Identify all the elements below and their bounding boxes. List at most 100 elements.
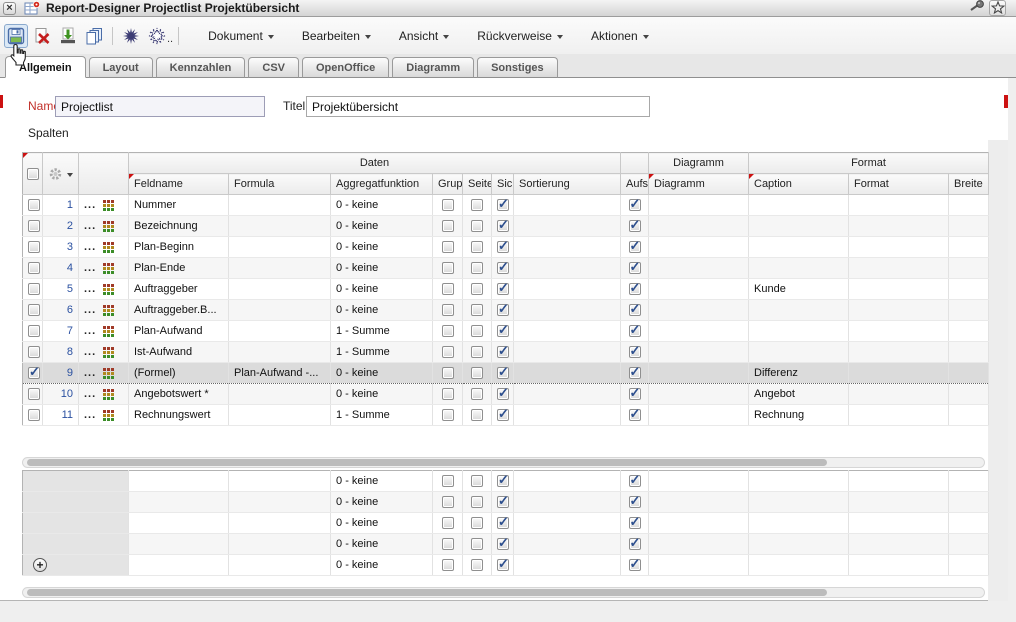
column-header-caption[interactable]: Caption	[748, 173, 849, 195]
sicht-checkbox[interactable]	[497, 322, 509, 338]
ellipsis-button[interactable]: ...	[84, 325, 96, 337]
seite-checkbox[interactable]	[471, 517, 484, 530]
row-select-checkbox[interactable]	[28, 304, 40, 317]
caption-cell[interactable]: Angebot	[748, 383, 849, 405]
breite-cell[interactable]	[948, 278, 989, 300]
colored-grid-icon[interactable]	[103, 283, 115, 295]
formula-cell[interactable]	[228, 383, 331, 405]
menu-dokument[interactable]: Dokument	[208, 29, 274, 43]
diagramm-cell[interactable]	[648, 362, 749, 384]
sortierung-cell[interactable]	[513, 512, 622, 534]
format-cell[interactable]	[848, 236, 949, 258]
seite-checkbox[interactable]	[471, 304, 483, 317]
aggregat-cell[interactable]: 0 - keine	[330, 470, 434, 492]
sicht-checkbox[interactable]	[497, 364, 509, 380]
formula-cell[interactable]	[228, 404, 331, 426]
format-cell[interactable]	[848, 320, 949, 342]
ellipsis-button[interactable]: ...	[84, 367, 96, 379]
grup-checkbox[interactable]	[441, 262, 454, 275]
aufs-checkbox[interactable]	[628, 493, 641, 509]
colored-grid-icon[interactable]	[103, 325, 115, 337]
save-button[interactable]	[4, 23, 28, 48]
colored-grid-icon[interactable]	[103, 199, 115, 211]
breite-cell[interactable]	[948, 215, 989, 237]
formula-cell[interactable]	[228, 236, 331, 258]
breite-cell[interactable]	[948, 383, 989, 405]
format-cell[interactable]	[848, 362, 949, 384]
seite-checkbox[interactable]	[471, 388, 483, 401]
menu-ansicht[interactable]: Ansicht	[399, 29, 450, 43]
breite-cell[interactable]	[948, 236, 989, 258]
row-select-checkbox[interactable]	[28, 409, 40, 422]
grup-checkbox[interactable]	[441, 517, 454, 530]
aggregat-cell[interactable]: 0 - keine	[330, 533, 434, 555]
caption-cell[interactable]	[748, 236, 849, 258]
breite-cell[interactable]	[948, 470, 990, 492]
format-cell[interactable]	[848, 404, 949, 426]
column-header-formula[interactable]: Formula	[228, 173, 331, 195]
aggregat-cell[interactable]: 0 - keine	[330, 383, 433, 405]
caption-cell[interactable]	[748, 470, 850, 492]
diagramm-cell[interactable]	[648, 491, 750, 513]
seite-checkbox[interactable]	[471, 496, 484, 509]
row-select-checkbox[interactable]	[28, 388, 40, 401]
breite-cell[interactable]	[948, 554, 990, 576]
seite-checkbox[interactable]	[471, 283, 483, 296]
aufs-checkbox[interactable]	[628, 514, 641, 530]
grup-checkbox[interactable]	[441, 538, 454, 551]
breite-cell[interactable]	[948, 512, 990, 534]
sortierung-cell[interactable]	[513, 257, 621, 279]
aggregat-cell[interactable]: 1 - Summe	[330, 320, 433, 342]
formula-cell[interactable]	[228, 320, 331, 342]
feldname-cell[interactable]: Auftraggeber	[128, 278, 229, 300]
diagramm-cell[interactable]	[648, 320, 749, 342]
colored-grid-icon[interactable]	[103, 241, 115, 253]
row-number[interactable]: 2	[42, 215, 79, 237]
caption-cell[interactable]	[748, 491, 850, 513]
add-row-button[interactable]: +	[33, 558, 47, 572]
diagramm-cell[interactable]	[648, 404, 749, 426]
caption-cell[interactable]	[748, 341, 849, 363]
format-cell[interactable]	[848, 299, 949, 321]
sortierung-cell[interactable]	[513, 320, 621, 342]
feldname-cell[interactable]: Bezeichnung	[128, 215, 229, 237]
formula-cell[interactable]	[228, 491, 332, 513]
diagramm-cell[interactable]	[648, 470, 750, 492]
seite-checkbox[interactable]	[471, 346, 483, 359]
caption-cell[interactable]	[748, 215, 849, 237]
aufs-checkbox[interactable]	[628, 364, 641, 380]
seite-checkbox[interactable]	[471, 199, 483, 212]
column-header-aggregatfunktion[interactable]: Aggregatfunktion	[330, 173, 433, 195]
row-number[interactable]: 4	[42, 257, 79, 279]
ellipsis-button[interactable]: ...	[84, 220, 96, 232]
column-header-seite[interactable]: Seite	[462, 173, 492, 195]
sortierung-cell[interactable]	[513, 278, 621, 300]
formula-cell[interactable]	[228, 341, 331, 363]
row-number[interactable]: 3	[42, 236, 79, 258]
breite-cell[interactable]	[948, 320, 989, 342]
delete-button[interactable]	[30, 24, 54, 48]
aufs-checkbox[interactable]	[628, 343, 641, 359]
diagramm-cell[interactable]	[648, 299, 749, 321]
formula-cell[interactable]	[228, 299, 331, 321]
diagramm-cell[interactable]	[648, 341, 749, 363]
tab-kennzahlen[interactable]: Kennzahlen	[155, 57, 246, 78]
seite-checkbox[interactable]	[471, 241, 483, 254]
aggregat-cell[interactable]: 0 - keine	[330, 194, 433, 216]
column-header-diagramm[interactable]: Diagramm	[648, 173, 749, 195]
caption-cell[interactable]: Rechnung	[748, 404, 849, 426]
aufs-checkbox[interactable]	[628, 406, 641, 422]
colored-grid-icon[interactable]	[103, 388, 115, 400]
sortierung-cell[interactable]	[513, 362, 621, 384]
grup-checkbox[interactable]	[441, 475, 454, 488]
column-header-feldname[interactable]: Feldname	[128, 173, 229, 195]
formula-cell[interactable]	[228, 215, 331, 237]
copy-button[interactable]	[82, 24, 106, 48]
grup-checkbox[interactable]	[441, 325, 454, 338]
format-cell[interactable]	[848, 215, 949, 237]
import-button[interactable]	[56, 24, 80, 48]
row-select-checkbox[interactable]	[28, 325, 40, 338]
seite-checkbox[interactable]	[471, 220, 483, 233]
ellipsis-button[interactable]: ...	[84, 304, 96, 316]
seite-checkbox[interactable]	[471, 367, 483, 380]
